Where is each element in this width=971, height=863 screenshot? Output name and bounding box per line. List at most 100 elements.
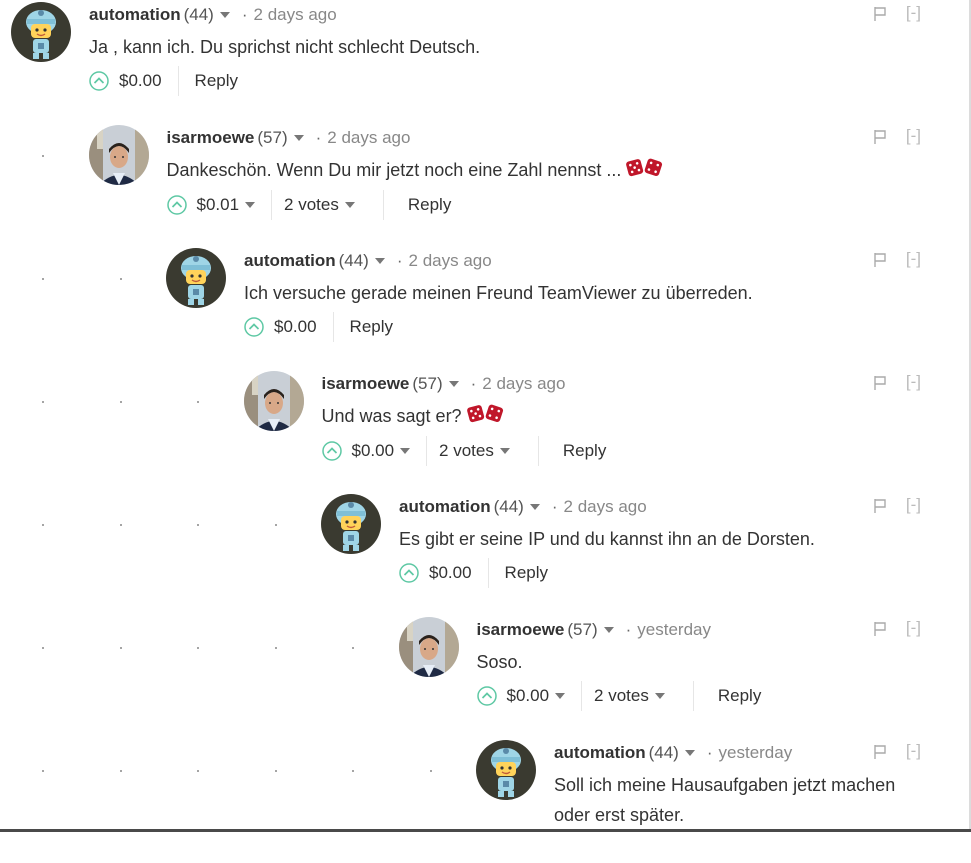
reply-button[interactable]: Reply xyxy=(505,563,548,583)
author-menu-caret[interactable] xyxy=(530,504,540,510)
person-avatar[interactable] xyxy=(89,125,149,185)
author-name[interactable]: isarmoewe xyxy=(477,620,565,640)
upvote-icon[interactable] xyxy=(167,195,187,215)
upvote-icon[interactable] xyxy=(89,71,109,91)
author-name[interactable]: isarmoewe xyxy=(167,128,255,148)
comment: isarmoewe (57) 2 days ago [-] Dankeschön… xyxy=(0,125,971,248)
upvote-icon[interactable] xyxy=(399,563,419,583)
author-menu-caret[interactable] xyxy=(449,381,459,387)
collapse-toggle[interactable]: [-] xyxy=(906,126,921,146)
person-avatar[interactable] xyxy=(399,617,459,677)
comment-timestamp[interactable]: yesterday xyxy=(626,620,711,640)
comment-timestamp[interactable]: 2 days ago xyxy=(242,5,337,25)
upvote-icon[interactable] xyxy=(322,441,342,461)
payout-value[interactable]: $0.00 xyxy=(352,441,411,461)
collapse-toggle[interactable]: [-] xyxy=(906,741,921,761)
flag-icon[interactable] xyxy=(873,129,887,150)
author-name[interactable]: isarmoewe xyxy=(322,374,410,394)
reply-button[interactable]: Reply xyxy=(350,317,393,337)
thread-guide-dot xyxy=(197,524,199,526)
thread-guide-dot xyxy=(120,770,122,772)
robot-avatar[interactable] xyxy=(166,248,226,308)
author-reputation: (44) xyxy=(649,743,679,763)
payout-value[interactable]: $0.00 xyxy=(274,317,317,337)
collapse-toggle[interactable]: [-] xyxy=(906,372,921,392)
flag-icon[interactable] xyxy=(873,498,887,519)
comment-timestamp[interactable]: 2 days ago xyxy=(397,251,492,271)
author-menu-caret[interactable] xyxy=(220,12,230,18)
reply-button[interactable]: Reply xyxy=(563,441,606,461)
thread-guide-dot xyxy=(197,401,199,403)
robot-avatar[interactable] xyxy=(11,2,71,62)
payout-value[interactable]: $0.01 xyxy=(197,195,256,215)
votes-dropdown[interactable]: 2 votes xyxy=(284,195,355,215)
comment-text: Und was sagt er? xyxy=(322,406,462,426)
comment-header: isarmoewe (57) yesterday xyxy=(477,617,971,643)
votes-caret xyxy=(345,202,355,208)
flag-icon[interactable] xyxy=(873,375,887,396)
thread-guide-dot xyxy=(42,770,44,772)
comment: isarmoewe (57) 2 days ago [-] Und was sa… xyxy=(0,371,971,494)
comment-header: automation (44) 2 days ago xyxy=(244,248,971,274)
upvote-icon[interactable] xyxy=(477,686,497,706)
author-menu-caret[interactable] xyxy=(294,135,304,141)
collapse-toggle[interactable]: [-] xyxy=(906,618,921,638)
comment: automation (44) 2 days ago [-] Ja , kann… xyxy=(0,2,971,125)
reply-button[interactable]: Reply xyxy=(195,71,238,91)
comment-content: isarmoewe (57) 2 days ago [-] Und was sa… xyxy=(322,371,971,468)
author-name[interactable]: automation xyxy=(244,251,336,271)
comment-timestamp[interactable]: 2 days ago xyxy=(552,497,647,517)
thread-guide-dot xyxy=(42,155,44,157)
thread-guide-dot xyxy=(275,524,277,526)
votes-dropdown[interactable]: 2 votes xyxy=(594,686,665,706)
author-menu-caret[interactable] xyxy=(375,258,385,264)
flag-icon[interactable] xyxy=(873,744,887,765)
comment: automation (44) 2 days ago [-] Es gibt e… xyxy=(0,494,971,617)
collapse-toggle[interactable]: [-] xyxy=(906,249,921,269)
comment-body: Dankeschön. Wenn Du mir jetzt noch eine … xyxy=(167,155,971,186)
votes-dropdown[interactable]: 2 votes xyxy=(439,441,510,461)
robot-avatar[interactable] xyxy=(476,740,536,800)
divider xyxy=(693,681,694,711)
comment-content: automation (44) 2 days ago [-] Ja , kann… xyxy=(89,2,971,98)
comment-actions: $0.00 2 votes Reply xyxy=(322,434,971,468)
upvote-icon[interactable] xyxy=(244,317,264,337)
comment-content: automation (44) 2 days ago [-] Ich versu… xyxy=(244,248,971,344)
payout-caret[interactable] xyxy=(400,448,410,454)
robot-avatar[interactable] xyxy=(321,494,381,554)
payout-value[interactable]: $0.00 xyxy=(507,686,566,706)
flag-icon[interactable] xyxy=(873,6,887,27)
divider xyxy=(581,681,582,711)
reply-button[interactable]: Reply xyxy=(408,195,451,215)
thread-guide-dot xyxy=(430,770,432,772)
collapse-toggle[interactable]: [-] xyxy=(906,3,921,23)
payout-value[interactable]: $0.00 xyxy=(119,71,162,91)
thread-guide-dot xyxy=(120,401,122,403)
author-menu-caret[interactable] xyxy=(604,627,614,633)
flag-icon[interactable] xyxy=(873,252,887,273)
comment-timestamp[interactable]: 2 days ago xyxy=(316,128,411,148)
comment-text: Es gibt er seine IP und du kannst ihn an… xyxy=(399,529,815,549)
comment-timestamp[interactable]: yesterday xyxy=(707,743,792,763)
author-reputation: (57) xyxy=(567,620,597,640)
comment-text: Ja , kann ich. Du sprichst nicht schlech… xyxy=(89,37,480,57)
comment: automation (44) yesterday [-] Soll ich m… xyxy=(0,740,971,863)
thread-guide-dot xyxy=(352,647,354,649)
thread-guide-dot xyxy=(120,524,122,526)
votes-caret xyxy=(500,448,510,454)
author-name[interactable]: automation xyxy=(89,5,181,25)
flag-icon[interactable] xyxy=(873,621,887,642)
author-menu-caret[interactable] xyxy=(685,750,695,756)
comment-actions: $0.00 Reply xyxy=(399,556,971,590)
comment: isarmoewe (57) yesterday [-] Soso. $0.00… xyxy=(0,617,971,740)
payout-caret[interactable] xyxy=(555,693,565,699)
person-avatar[interactable] xyxy=(244,371,304,431)
author-name[interactable]: automation xyxy=(554,743,646,763)
payout-value[interactable]: $0.00 xyxy=(429,563,472,583)
comment-timestamp[interactable]: 2 days ago xyxy=(471,374,566,394)
collapse-toggle[interactable]: [-] xyxy=(906,495,921,515)
payout-caret[interactable] xyxy=(245,202,255,208)
author-name[interactable]: automation xyxy=(399,497,491,517)
reply-button[interactable]: Reply xyxy=(718,686,761,706)
thread-guide-dot xyxy=(42,278,44,280)
